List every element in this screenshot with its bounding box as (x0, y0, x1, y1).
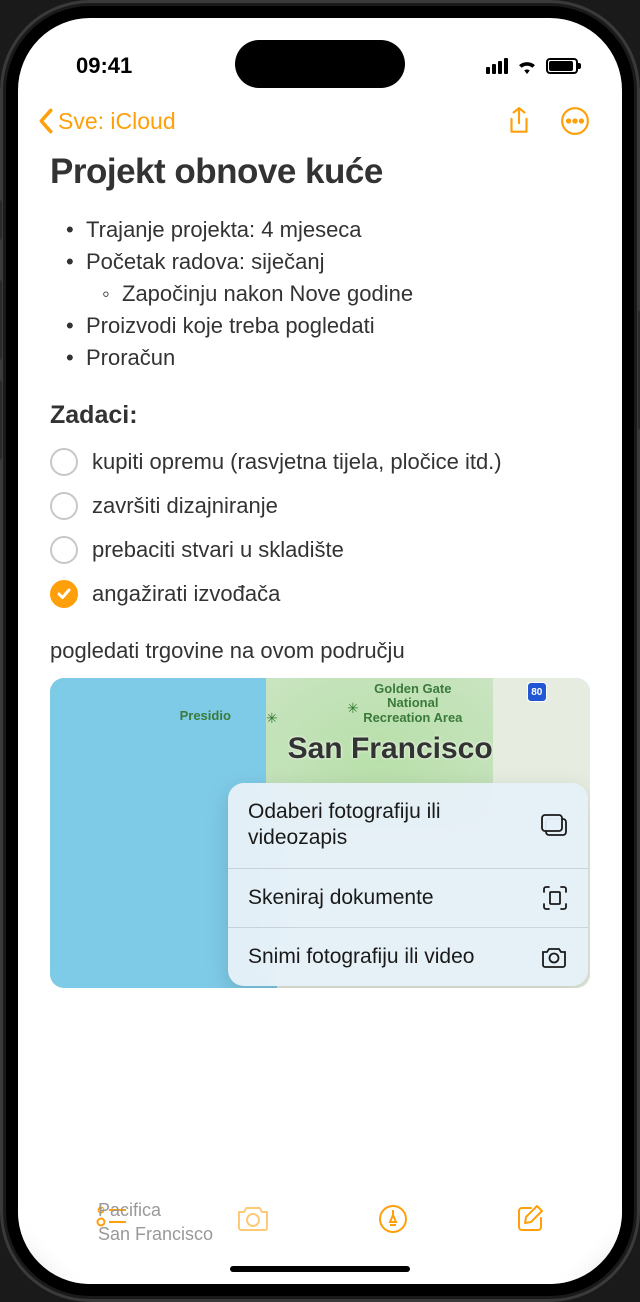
body-text: pogledati trgovine na ovom području (50, 638, 590, 664)
dynamic-island (235, 40, 405, 88)
checklist-item[interactable]: kupiti opremu (rasvjetna tijela, pločice… (50, 446, 590, 478)
compose-toolbar-button[interactable] (516, 1204, 544, 1232)
bullet-sub-item: Započinju nakon Nove godine (50, 278, 590, 310)
road-shield-icon: 80 (527, 682, 547, 702)
bullet-item: Početak radova: siječanj (50, 246, 590, 278)
note-content[interactable]: Projekt obnove kuće Trajanje projekta: 4… (18, 146, 622, 988)
scan-document-icon (542, 885, 568, 911)
share-button[interactable] (506, 106, 532, 136)
checklist-item[interactable]: angažirati izvođača (50, 578, 590, 610)
back-label: Sve: iCloud (58, 108, 176, 135)
tree-icon: ✳ (347, 700, 359, 717)
menu-item-label: Skeniraj dokumente (248, 885, 434, 911)
map-attachment[interactable]: ✳ ✳ Presidio Golden Gate National Recrea… (50, 678, 590, 988)
volume-down-button (0, 380, 2, 460)
camera-toolbar-button[interactable] (236, 1204, 270, 1232)
silent-switch (0, 200, 2, 240)
status-time: 09:41 (76, 53, 132, 79)
bullet-list: Trajanje projekta: 4 mjeseca Početak rad… (50, 214, 590, 373)
tasks-heading: Zadaci: (50, 401, 590, 430)
map-faded-label: San Francisco (98, 1224, 213, 1245)
more-button[interactable] (560, 106, 590, 136)
navigation-bar: Sve: iCloud (18, 88, 622, 146)
status-indicators (486, 58, 578, 74)
checklist-text: završiti dizajniranje (92, 490, 278, 522)
screen: 09:41 Sve: iCloud Projekt obnove kuće Tr… (18, 18, 622, 1284)
camera-icon (540, 946, 568, 968)
battery-icon (546, 58, 578, 74)
checkbox-unchecked-icon[interactable] (50, 492, 78, 520)
take-photo-menu-item[interactable]: Snimi fotografiju ili video (228, 928, 588, 986)
attachment-popup-menu: Odaberi fotografiju ili videozapis Skeni… (228, 783, 588, 986)
checklist-text: prebaciti stvari u skladište (92, 534, 344, 566)
choose-photo-menu-item[interactable]: Odaberi fotografiju ili videozapis (228, 783, 588, 869)
scan-documents-menu-item[interactable]: Skeniraj dokumente (228, 869, 588, 928)
note-title: Projekt obnove kuće (50, 152, 590, 192)
map-label-city: San Francisco (288, 732, 493, 766)
checkbox-unchecked-icon[interactable] (50, 536, 78, 564)
checklist-text: angažirati izvođača (92, 578, 280, 610)
photo-library-icon (540, 813, 568, 837)
checklist-text: kupiti opremu (rasvjetna tijela, pločice… (92, 446, 502, 478)
wifi-icon (516, 58, 538, 74)
home-indicator[interactable] (230, 1266, 410, 1272)
checklist-item[interactable]: završiti dizajniranje (50, 490, 590, 522)
map-label-park: Golden Gate National Recreation Area (363, 682, 462, 725)
checklist-item[interactable]: prebaciti stvari u skladište (50, 534, 590, 566)
markup-toolbar-button[interactable] (378, 1204, 408, 1234)
bullet-item: Proizvodi koje treba pogledati (50, 310, 590, 342)
menu-item-label: Snimi fotografiju ili video (248, 944, 474, 970)
checklist: kupiti opremu (rasvjetna tijela, pločice… (50, 446, 590, 610)
checkbox-unchecked-icon[interactable] (50, 448, 78, 476)
volume-up-button (0, 280, 2, 360)
chevron-left-icon (38, 108, 54, 134)
tree-icon: ✳ (266, 710, 278, 727)
bullet-item: Trajanje projekta: 4 mjeseca (50, 214, 590, 246)
cellular-signal-icon (486, 58, 508, 74)
menu-item-label: Odaberi fotografiju ili videozapis (248, 799, 518, 852)
phone-frame: 09:41 Sve: iCloud Projekt obnove kuće Tr… (0, 0, 640, 1302)
map-faded-label: Pacifica (98, 1200, 161, 1221)
bullet-item: Proračun (50, 342, 590, 374)
map-label-presidio: Presidio (180, 708, 231, 723)
checkbox-checked-icon[interactable] (50, 580, 78, 608)
back-button[interactable]: Sve: iCloud (38, 108, 176, 135)
